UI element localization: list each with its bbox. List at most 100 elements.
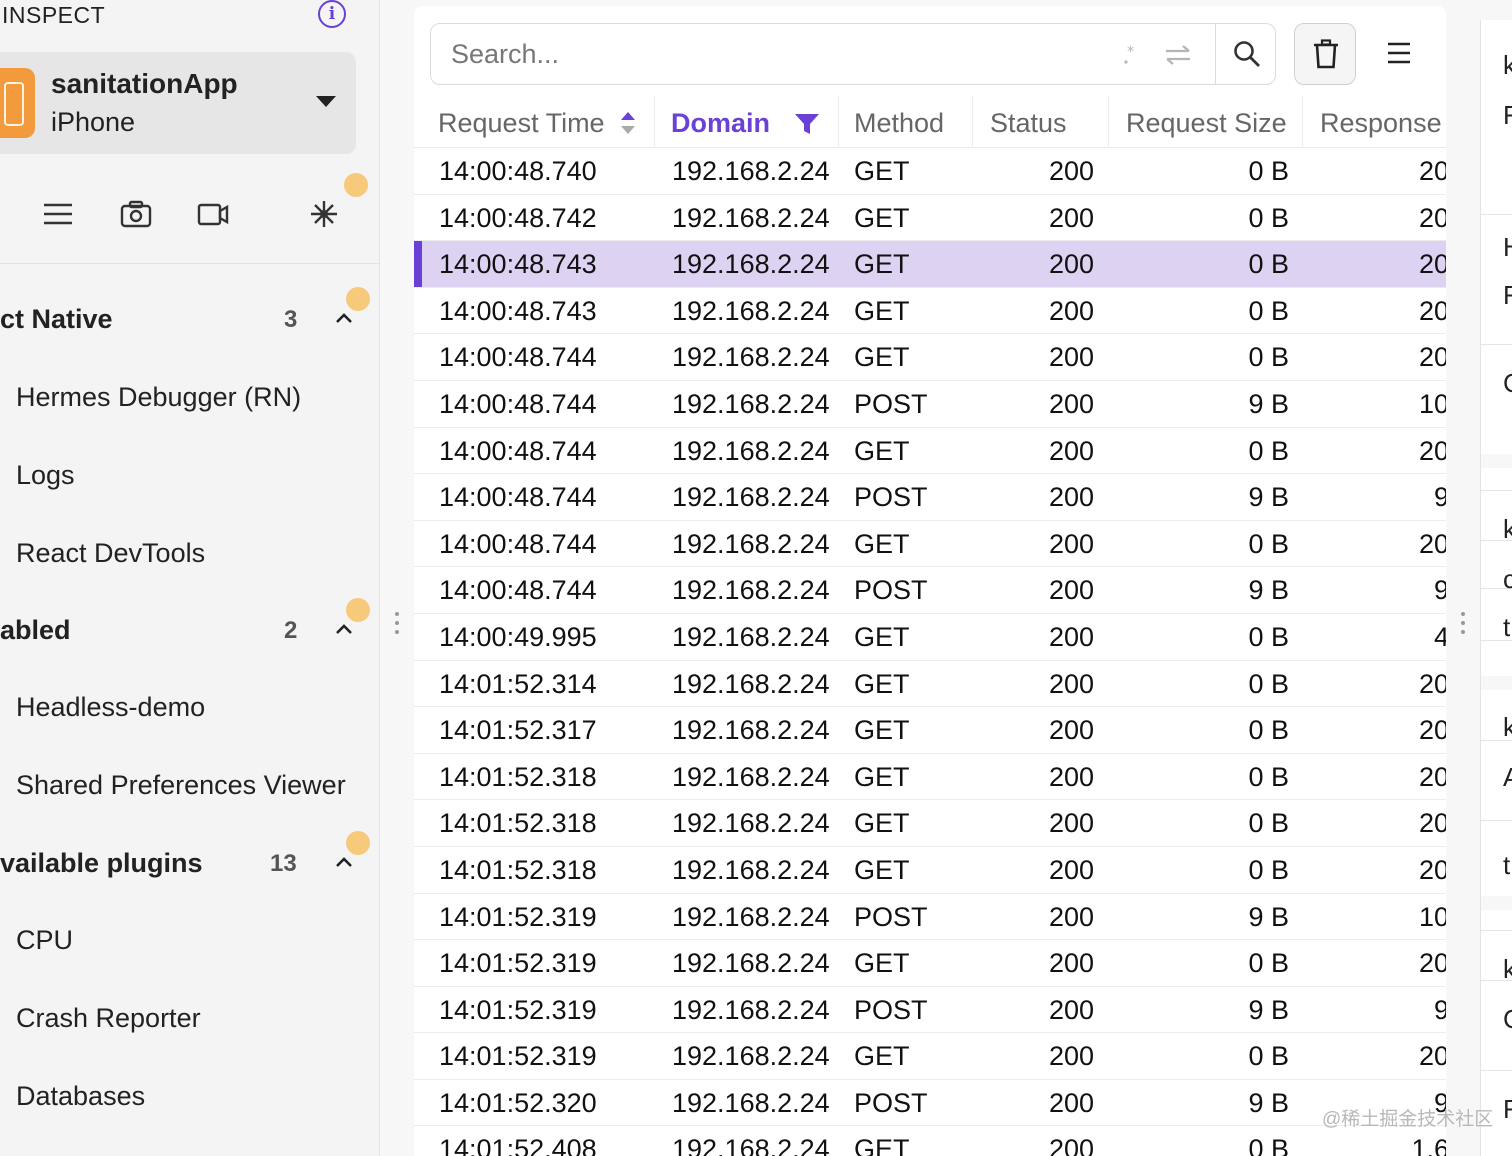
cell-request-size: 9 B — [1248, 1087, 1289, 1118]
cell-status: 200 — [1048, 621, 1094, 652]
camera-icon[interactable] — [120, 198, 152, 230]
table-row[interactable]: 14:01:52.320 192.168.2.24 POST 200 9 B9 — [414, 1080, 1446, 1127]
cell-request-time: 14:01:52.318 — [439, 854, 597, 885]
column-header-status[interactable]: Status — [990, 108, 1067, 139]
cell-response: 20 — [1418, 808, 1446, 839]
menu-icon[interactable] — [1380, 36, 1420, 72]
chevron-up-icon[interactable] — [334, 619, 354, 639]
cell-method: GET — [854, 202, 910, 233]
regex-toggle-icon[interactable]: * — [1121, 42, 1145, 66]
plugin-react-devtools[interactable]: React DevTools — [16, 538, 205, 569]
clear-button[interactable] — [1294, 23, 1356, 85]
table-row[interactable]: 14:00:48.744 192.168.2.24 POST 200 9 B 10 — [414, 381, 1446, 428]
cell-response: 1.6 — [1411, 1134, 1446, 1156]
table-row[interactable]: 14:01:52.408 192.168.2.24 GET 200 0 B 1.6 — [414, 1126, 1446, 1156]
cell-status: 200 — [1048, 715, 1094, 746]
section-enabled[interactable]: abled 2 — [0, 607, 379, 657]
cell-status: 200 — [1048, 388, 1094, 419]
detail-text-fragment: F — [1503, 100, 1512, 131]
search-button[interactable] — [1215, 24, 1275, 84]
cell-status: 200 — [1048, 482, 1094, 513]
table-row[interactable]: 14:01:52.317 192.168.2.24 GET 200 0 B 20 — [414, 707, 1446, 754]
table-row[interactable]: 14:00:48.744 192.168.2.24 GET 200 0 B 20 — [414, 428, 1446, 475]
column-header-request-time[interactable]: Request Time — [438, 108, 605, 139]
swap-arrows-icon[interactable] — [1163, 42, 1193, 68]
cell-response: 10 — [1418, 901, 1446, 932]
column-header-response[interactable]: Response — [1320, 108, 1442, 139]
cell-method: POST — [854, 994, 928, 1025]
cell-response: 20 — [1418, 668, 1446, 699]
cell-response: 20 — [1418, 715, 1446, 746]
table-row[interactable]: 14:01:52.319 192.168.2.24 POST 200 9 B 9 — [414, 987, 1446, 1034]
section-react-native[interactable]: ct Native 3 — [0, 296, 379, 346]
cell-method: GET — [854, 295, 910, 326]
info-icon[interactable]: i — [318, 0, 346, 28]
device-selector[interactable]: sanitationApp iPhone — [0, 52, 356, 154]
table-row[interactable]: 14:01:52.319 192.168.2.24 GET 200 0 B 20 — [414, 940, 1446, 987]
table-row[interactable]: 14:01:52.319 192.168.2.24 GET 200 0 B 20 — [414, 1033, 1446, 1080]
cell-method: POST — [854, 388, 928, 419]
notification-dot — [346, 598, 370, 622]
debug-sparkle-icon[interactable] — [308, 198, 340, 230]
table-row[interactable]: 14:00:48.740 192.168.2.24 GET 200 0 B 20 — [414, 148, 1446, 195]
cell-domain: 192.168.2.24 — [672, 202, 830, 233]
section-available-plugins[interactable]: vailable plugins 13 — [0, 840, 379, 890]
plugin-hermes-debugger[interactable]: Hermes Debugger (RN) — [16, 382, 301, 413]
chevron-down-icon[interactable] — [316, 96, 336, 107]
device-toolbar — [0, 170, 379, 264]
video-record-icon[interactable] — [197, 198, 229, 230]
cell-method: GET — [854, 435, 910, 466]
cell-request-time: 14:01:52.319 — [439, 1041, 597, 1072]
table-row[interactable]: 14:01:52.318 192.168.2.24 GET 200 0 B 20 — [414, 754, 1446, 801]
table-row[interactable]: 14:00:48.744 192.168.2.24 GET 200 0 B 20 — [414, 521, 1446, 568]
plugin-logs[interactable]: Logs — [16, 460, 75, 491]
plugin-headless-demo[interactable]: Headless-demo — [16, 692, 205, 723]
cell-status: 200 — [1048, 901, 1094, 932]
cell-request-size: 0 B — [1248, 761, 1289, 792]
cell-method: GET — [854, 761, 910, 792]
chevron-up-icon[interactable] — [334, 308, 354, 328]
cell-method: GET — [854, 948, 910, 979]
column-header-method[interactable]: Method — [854, 108, 944, 139]
column-header-request-size[interactable]: Request Size — [1126, 108, 1287, 139]
table-row[interactable]: 14:00:48.744 192.168.2.24 POST 200 9 B 9 — [414, 567, 1446, 614]
cell-status: 200 — [1048, 342, 1094, 373]
detail-text-fragment: k — [1503, 50, 1512, 81]
table-row[interactable]: 14:00:48.743 192.168.2.24 GET 200 0 B 20 — [414, 288, 1446, 335]
request-table-body: 14:00:48.740 192.168.2.24 GET 200 0 B 20 14:00… — [414, 148, 1446, 1156]
table-row[interactable]: 14:00:48.744 192.168.2.24 POST 200 9 B 9 — [414, 474, 1446, 521]
search-input[interactable] — [451, 34, 1101, 74]
section-gap — [1481, 676, 1512, 690]
cell-status: 200 — [1048, 761, 1094, 792]
table-row[interactable]: 14:01:52.314 192.168.2.24 GET 200 0 B 20 — [414, 661, 1446, 708]
table-row[interactable]: 14:00:48.744 192.168.2.24 GET 200 0 B 20 — [414, 334, 1446, 381]
cell-request-time: 14:01:52.408 — [439, 1134, 597, 1156]
chevron-up-icon[interactable] — [334, 852, 354, 872]
sort-icon[interactable] — [620, 110, 636, 136]
table-row[interactable]: 14:01:52.318 192.168.2.24 GET 200 0 B 20 — [414, 800, 1446, 847]
plugin-crash-reporter[interactable]: Crash Reporter — [16, 1003, 201, 1034]
plugin-databases[interactable]: Databases — [16, 1081, 145, 1112]
table-row[interactable]: 14:00:48.742 192.168.2.24 GET 200 0 B 20 — [414, 195, 1446, 242]
right-resize-handle[interactable] — [1460, 612, 1466, 642]
cell-response: 9 — [1433, 994, 1446, 1025]
column-header-domain[interactable]: Domain — [671, 108, 770, 139]
table-row[interactable]: 14:00:49.995 192.168.2.24 GET 200 0 B 4 — [414, 614, 1446, 661]
plugin-shared-preferences[interactable]: Shared Preferences Viewer — [16, 770, 346, 801]
cell-method: GET — [854, 249, 910, 280]
section-count: 3 — [284, 306, 298, 333]
plugin-cpu[interactable]: CPU — [16, 925, 73, 956]
cell-status: 200 — [1048, 1134, 1094, 1156]
table-row[interactable]: 14:00:48.743 192.168.2.24 GET 200 0 B 20 — [414, 241, 1446, 288]
detail-text-fragment: t — [1503, 850, 1511, 880]
left-resize-handle[interactable] — [394, 612, 400, 642]
filter-icon[interactable] — [794, 112, 820, 136]
device-app-name: sanitationApp — [51, 68, 238, 99]
table-row[interactable]: 14:01:52.319 192.168.2.24 POST 200 9 B 10 — [414, 894, 1446, 941]
cell-method: POST — [854, 1087, 928, 1118]
cell-domain: 192.168.2.24 — [672, 1087, 830, 1118]
divider — [1481, 344, 1512, 345]
table-row[interactable]: 14:01:52.318 192.168.2.24 GET 200 0 B 20 — [414, 847, 1446, 894]
cell-response: 10 — [1418, 388, 1446, 419]
logs-menu-icon[interactable] — [42, 198, 74, 230]
